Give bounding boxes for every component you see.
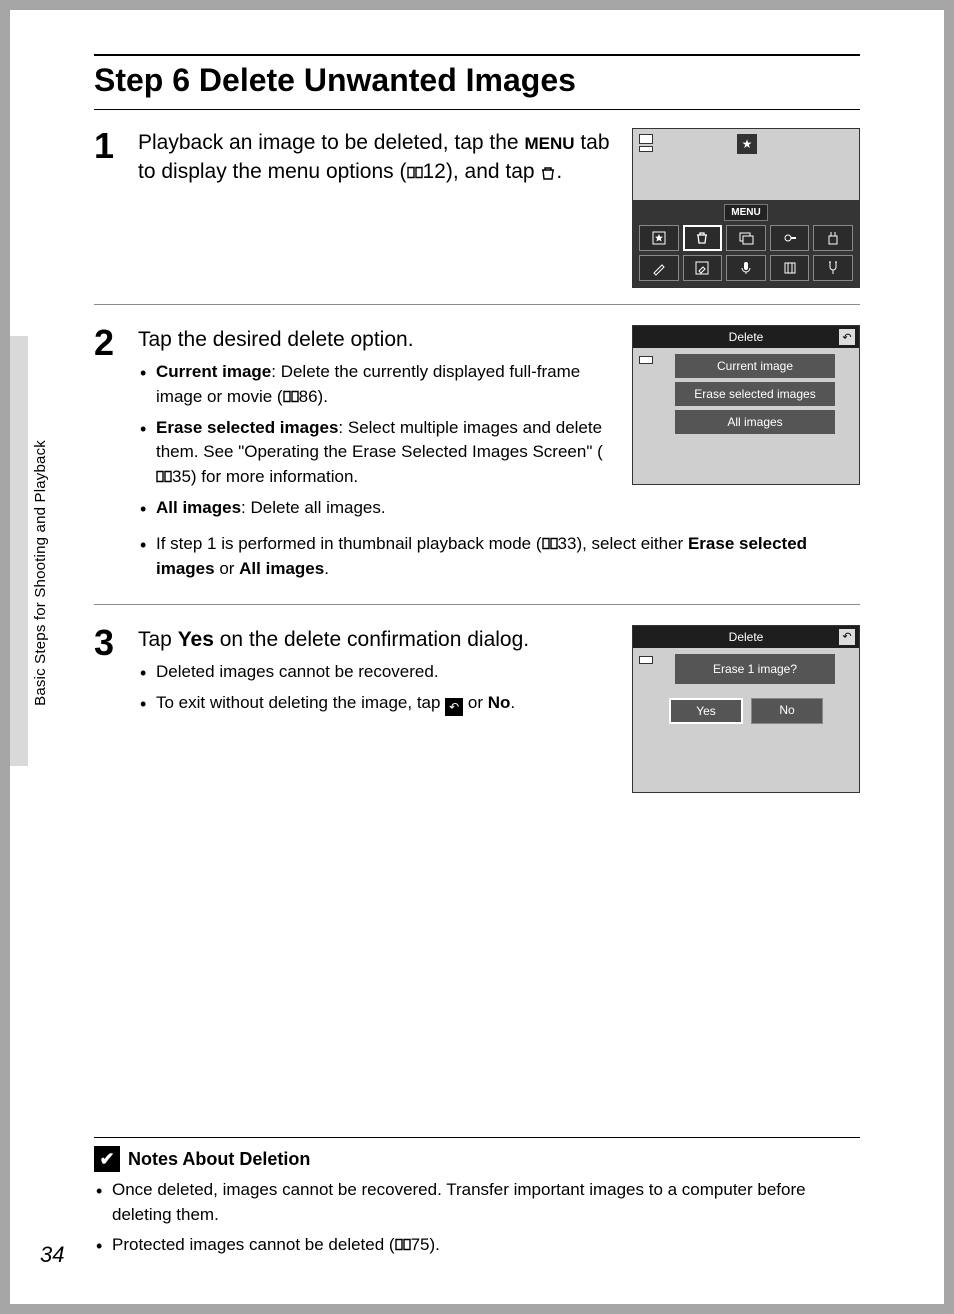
menu-glyph: MENU <box>524 134 574 153</box>
notes-heading: Notes About Deletion <box>128 1149 310 1170</box>
text: : Delete all images. <box>241 498 386 517</box>
menu-icon-print[interactable] <box>813 225 853 251</box>
menu-icon-rotate[interactable] <box>770 255 810 281</box>
no-button[interactable]: No <box>751 698 823 724</box>
page-ref: 86 <box>299 387 318 406</box>
step1-screen: ★ MENU <box>632 128 860 288</box>
text: . <box>510 693 515 712</box>
screen-title-bar: Delete ↶ <box>633 326 859 348</box>
step2-bullet-all-images: All images: Delete all images. <box>138 496 610 521</box>
content: 1 Playback an image to be deleted, tap t… <box>94 128 860 809</box>
option-all-images[interactable]: All images <box>675 410 835 434</box>
back-icon: ↶ <box>445 698 463 716</box>
step-number: 2 <box>94 325 138 588</box>
page-number: 34 <box>40 1242 64 1268</box>
page-ref-icon <box>283 390 299 403</box>
text: . <box>324 559 329 578</box>
playback-indicator <box>639 356 653 364</box>
text: Tap <box>138 628 178 651</box>
option-erase-selected[interactable]: Erase selected images <box>675 382 835 406</box>
text: or <box>463 693 488 712</box>
text: ). <box>318 387 328 406</box>
menu-icon-delete[interactable] <box>683 225 723 251</box>
step1-instruction: Playback an image to be deleted, tap the… <box>138 128 610 187</box>
step2-screen: Delete ↶ Current image Erase selected im… <box>632 325 860 485</box>
step-number: 1 <box>94 128 138 288</box>
text: ), select either <box>576 534 688 553</box>
text: ), and tap <box>446 160 541 183</box>
trash-icon <box>540 165 556 181</box>
text: ) for more information. <box>191 467 358 486</box>
menu-icon-slideshow[interactable] <box>726 225 766 251</box>
page-title: Step 6 Delete Unwanted Images <box>94 62 860 99</box>
text: on the delete confirmation dialog. <box>214 628 529 651</box>
label: All images <box>239 559 324 578</box>
screen-title: Delete <box>729 330 764 344</box>
playback-indicator <box>639 656 653 664</box>
side-tab-label: Basic Steps for Shooting and Playback <box>32 440 49 706</box>
text: Protected images cannot be deleted ( <box>112 1235 395 1254</box>
menu-band-label: MENU <box>724 204 768 221</box>
page-ref: 75 <box>411 1235 430 1254</box>
confirm-prompt: Erase 1 image? <box>675 654 835 684</box>
page-ref: 12 <box>423 160 446 183</box>
text: Playback an image to be deleted, tap the <box>138 131 524 154</box>
menu-icon-protect[interactable] <box>770 225 810 251</box>
option-current-image[interactable]: Current image <box>675 354 835 378</box>
page-ref-icon <box>542 537 558 550</box>
back-icon[interactable]: ↶ <box>839 329 855 345</box>
step2-bullet-current-image: Current image: Delete the currently disp… <box>138 360 610 409</box>
note-2: Protected images cannot be deleted ( 75). <box>94 1233 860 1258</box>
notes-section: ✔ Notes About Deletion Once deleted, ima… <box>94 1137 860 1264</box>
label: Current image <box>156 362 271 381</box>
step-number: 3 <box>94 625 138 793</box>
page-ref: 35 <box>172 467 191 486</box>
page-ref: 33 <box>558 534 577 553</box>
step3-instruction: Tap Yes on the delete confirmation dialo… <box>138 625 610 654</box>
step3-bullet-exit: To exit without deleting the image, tap … <box>138 691 610 717</box>
text: To exit without deleting the image, tap <box>156 693 445 712</box>
label: No <box>488 693 511 712</box>
menu-icon-favorite[interactable] <box>639 225 679 251</box>
step3-bullet-no-recover: Deleted images cannot be recovered. <box>138 660 610 685</box>
menu-icon-retouch[interactable] <box>683 255 723 281</box>
text: . <box>556 160 562 183</box>
step-2: 2 Tap the desired delete option. Current… <box>94 325 860 605</box>
screen-title-bar: Delete ↶ <box>633 626 859 648</box>
menu-icon-setup[interactable] <box>813 255 853 281</box>
menu-icon-voice-memo[interactable] <box>726 255 766 281</box>
label: All images <box>156 498 241 517</box>
title-bar: Step 6 Delete Unwanted Images <box>94 54 860 110</box>
side-tab <box>10 336 28 766</box>
yes-button[interactable]: Yes <box>669 698 743 724</box>
back-icon[interactable]: ↶ <box>839 629 855 645</box>
page-ref-icon <box>395 1238 411 1251</box>
text: ). <box>430 1235 440 1254</box>
step-3: 3 Tap Yes on the delete confirmation dia… <box>94 625 860 809</box>
label: Erase selected images <box>156 418 338 437</box>
label: Yes <box>178 628 214 651</box>
playback-indicator <box>639 134 653 152</box>
page-ref-icon <box>156 470 172 483</box>
step2-instruction: Tap the desired delete option. <box>138 325 610 354</box>
step2-bullet-erase-selected: Erase selected images: Select multiple i… <box>138 416 610 490</box>
step3-screen: Delete ↶ Erase 1 image? Yes No <box>632 625 860 793</box>
text: or <box>215 559 240 578</box>
menu-icon-paint[interactable] <box>639 255 679 281</box>
text: If step 1 is performed in thumbnail play… <box>156 534 542 553</box>
step-1: 1 Playback an image to be deleted, tap t… <box>94 128 860 305</box>
manual-page: Basic Steps for Shooting and Playback St… <box>10 10 944 1304</box>
page-ref-icon <box>407 166 423 179</box>
step2-bullet-thumbnail-mode: If step 1 is performed in thumbnail play… <box>138 532 860 581</box>
favorite-star: ★ <box>737 134 757 154</box>
caution-icon: ✔ <box>94 1146 120 1172</box>
note-1: Once deleted, images cannot be recovered… <box>94 1178 860 1227</box>
menu-bar: MENU <box>633 200 859 287</box>
screen-title: Delete <box>729 630 764 644</box>
